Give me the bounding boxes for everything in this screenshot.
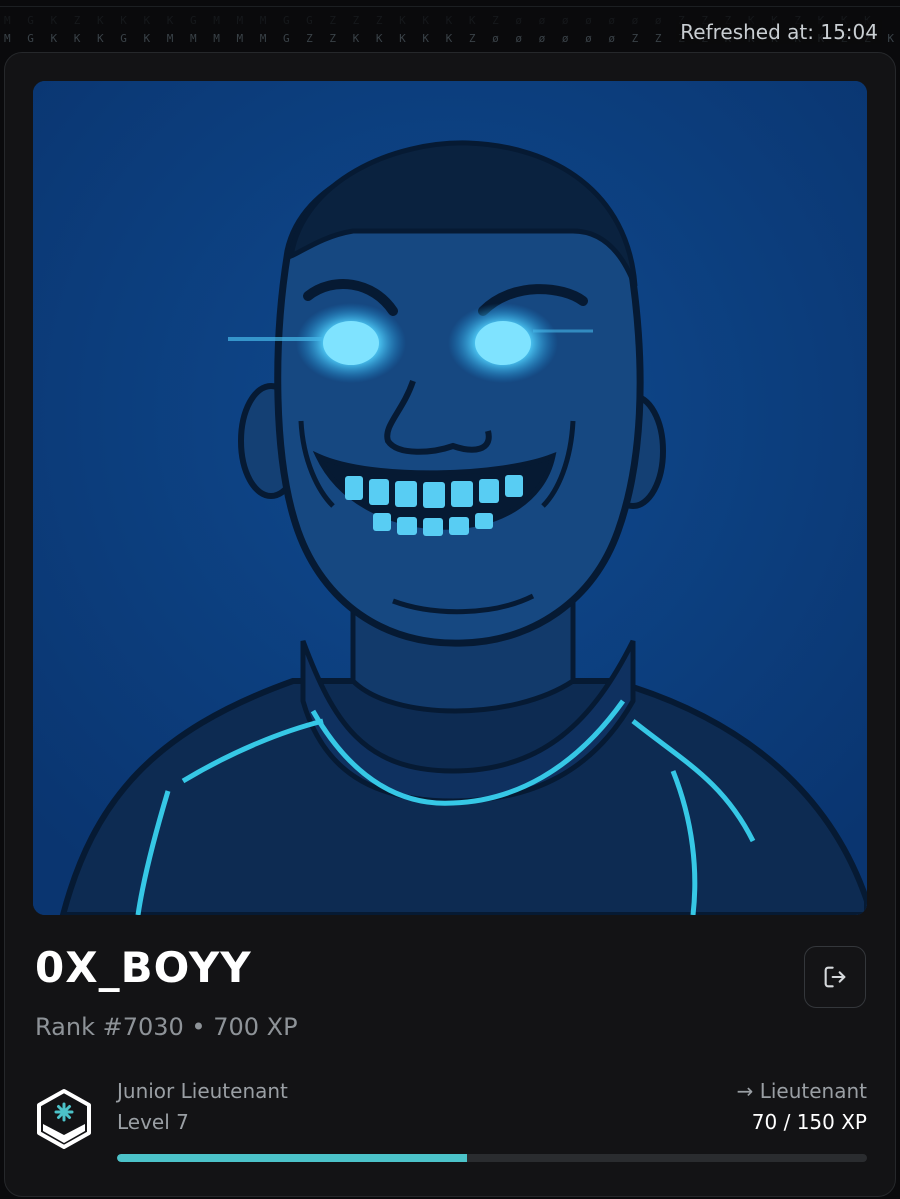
page: M G K Z K K K K G M M M G G Z Z Z K K K … (0, 0, 900, 1199)
avatar (33, 81, 867, 915)
refreshed-timestamp: Refreshed at: 15:04 (676, 20, 882, 44)
logout-button[interactable] (804, 946, 866, 1008)
level-label: Level 7 (117, 1110, 189, 1134)
logout-icon (824, 966, 846, 988)
profile-card: 0X_BOYY Rank #7030 • 700 XP Junior Lieut… (4, 52, 896, 1197)
xp-progress-bar (117, 1154, 867, 1162)
rank-and-xp: Rank #7030 • 700 XP (35, 1013, 298, 1041)
username: 0X_BOYY (35, 943, 252, 992)
current-rank-label: Junior Lieutenant (117, 1079, 288, 1103)
xp-progress-fill (117, 1154, 467, 1162)
xp-progress-text: 70 / 150 XP (751, 1110, 867, 1134)
next-rank-label: → Lieutenant (736, 1079, 867, 1103)
avatar-illustration (33, 81, 867, 915)
rank-badge-icon (35, 1088, 93, 1150)
